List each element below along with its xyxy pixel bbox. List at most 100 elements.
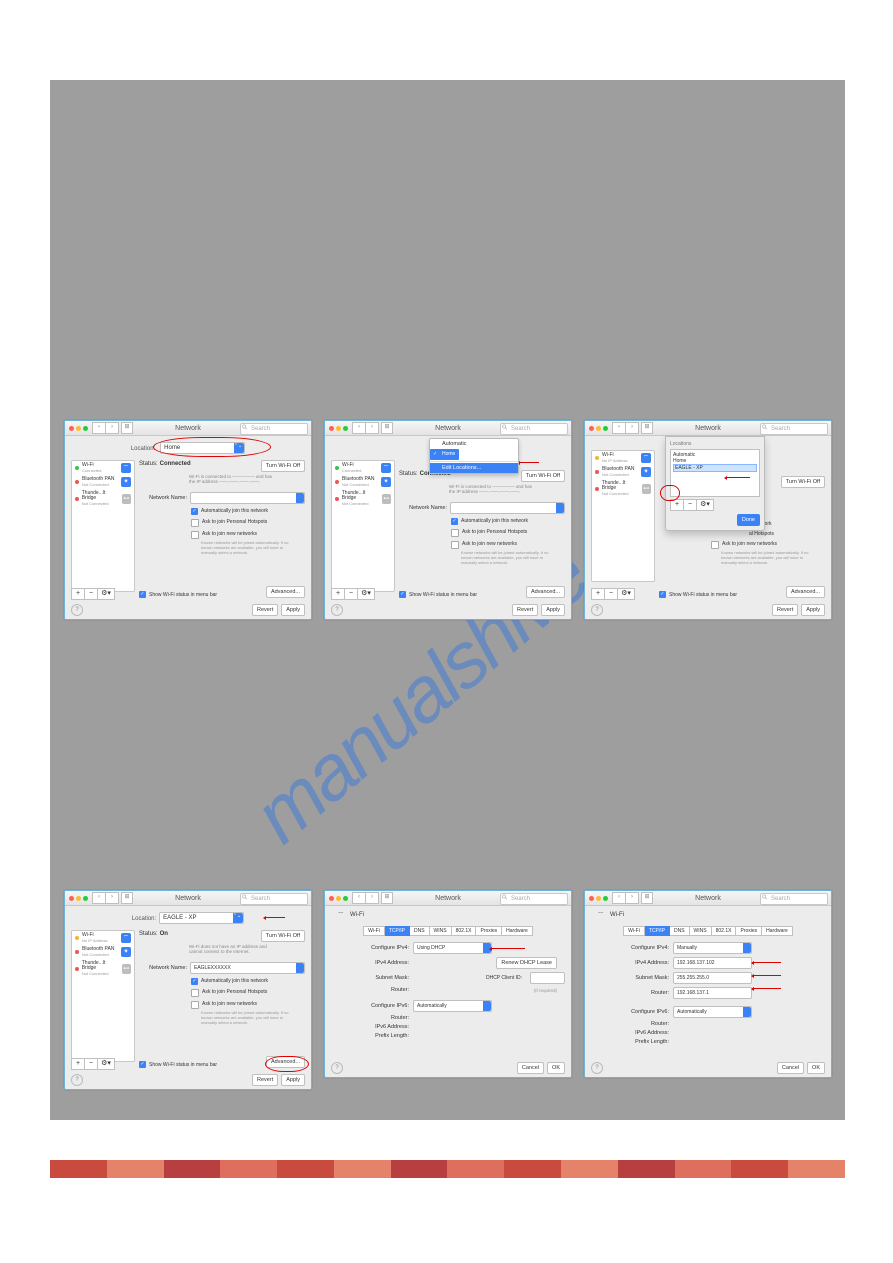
show-menubar-checkbox[interactable]: ✓ [139,1061,146,1068]
show-menubar-checkbox[interactable]: ✓ [139,591,146,598]
remove-button[interactable]: − [85,1058,98,1070]
tab-tcpip[interactable]: TCP/IP [645,926,670,936]
gear-button[interactable]: ⚙︎▾ [358,588,375,600]
ask-new-checkbox[interactable] [711,541,719,549]
ipv4-input[interactable]: 192.168.137.102 [673,957,752,969]
tab-wins[interactable]: WINS [430,926,452,936]
auto-join-checkbox[interactable]: ✓ [191,508,198,515]
help-button[interactable]: ? [71,604,83,616]
ok-button[interactable]: OK [547,1062,565,1074]
turn-wifi-off-button[interactable]: Turn Wi-Fi Off [781,476,825,488]
location-item-selected[interactable]: EAGLE - XP [673,464,757,472]
auto-join-checkbox[interactable]: ✓ [451,518,458,525]
sidebar-item-bluetooth[interactable]: Bluetooth PANNot Connected⁕ [72,475,134,489]
location-select[interactable]: EAGLE - XP⌃⌄ [159,912,244,924]
tab-8021x[interactable]: 802.1X [452,926,477,936]
apply-button[interactable]: Apply [541,604,565,616]
search-input[interactable]: Search [500,423,568,435]
revert-button[interactable]: Revert [772,604,798,616]
sheet-add-button[interactable]: + [670,499,684,511]
apply-button[interactable]: Apply [801,604,825,616]
revert-button[interactable]: Revert [512,604,538,616]
remove-button[interactable]: − [85,588,98,600]
ask-hotspot-checkbox[interactable] [191,989,199,997]
gear-button[interactable]: ⚙︎▾ [98,1058,115,1070]
sidebar-item-wifi[interactable]: Wi-FiConnected⌔ [332,461,394,475]
ask-hotspot-checkbox[interactable] [191,519,199,527]
tab-wins[interactable]: WINS [690,926,712,936]
configure-ipv4-select[interactable]: Manually [673,942,752,954]
sidebar-item-thunderbolt[interactable]: Thunde...lt BridgeNot Connected⊷ [72,489,134,508]
tab-proxies[interactable]: Proxies [476,926,502,936]
help-button[interactable]: ? [71,1074,83,1086]
advanced-button[interactable]: Advanced... [266,1056,305,1068]
add-button[interactable]: + [591,588,605,600]
add-button[interactable]: + [331,588,345,600]
gear-button[interactable]: ⚙︎▾ [618,588,635,600]
advanced-button[interactable]: Advanced... [526,586,565,598]
auto-join-checkbox[interactable]: ✓ [191,978,198,985]
apply-button[interactable]: Apply [281,1074,305,1086]
advanced-button[interactable]: Advanced... [266,586,305,598]
sidebar-item-thunderbolt[interactable]: Thunde...lt BridgeNot Connected⊷ [72,959,134,978]
network-name-select[interactable] [190,492,305,504]
search-input[interactable]: Search [760,893,828,905]
sidebar-item-thunderbolt[interactable]: Thunde...lt BridgeNot Connected⊷ [332,489,394,508]
tab-proxies[interactable]: Proxies [736,926,762,936]
sidebar-item-wifi[interactable]: Wi-FiConnected⌔ [72,461,134,475]
configure-ipv6-select[interactable]: Automatically [413,1000,492,1012]
sidebar-item-thunderbolt[interactable]: Thunde...lt BridgeNot Connected⊷ [592,479,654,498]
cancel-button[interactable]: Cancel [777,1062,804,1074]
ask-new-checkbox[interactable] [191,531,199,539]
menu-item-edit-locations[interactable]: Edit Locations... [430,463,518,473]
sidebar-item-bluetooth[interactable]: Bluetooth PANNot Connected⁕ [592,465,654,479]
tab-hardware[interactable]: Hardware [502,926,533,936]
revert-button[interactable]: Revert [252,1074,278,1086]
revert-button[interactable]: Revert [252,604,278,616]
tab-wifi[interactable]: Wi-Fi [363,926,385,936]
configure-ipv4-select[interactable]: Using DHCP [413,942,492,954]
tab-wifi[interactable]: Wi-Fi [623,926,645,936]
sidebar-item-wifi[interactable]: Wi-FiNo IP Address⌔ [592,451,654,465]
configure-ipv6-select[interactable]: Automatically [673,1006,752,1018]
help-button[interactable]: ? [591,604,603,616]
sidebar-item-bluetooth[interactable]: Bluetooth PANNot Connected⁕ [72,945,134,959]
sheet-gear-button[interactable]: ⚙︎▾ [697,499,714,511]
tab-8021x[interactable]: 802.1X [712,926,737,936]
ask-new-checkbox[interactable] [451,541,459,549]
search-input[interactable]: Search [760,423,828,435]
tab-hardware[interactable]: Hardware [762,926,793,936]
tab-tcpip[interactable]: TCP/IP [385,926,410,936]
menu-item-automatic[interactable]: Automatic [430,439,518,449]
menu-item-home[interactable]: Home [430,449,459,460]
help-button[interactable]: ? [591,1062,603,1074]
turn-wifi-off-button[interactable]: Turn Wi-Fi Off [261,460,305,472]
sidebar-item-wifi[interactable]: Wi-FiNo IP Address⌔ [72,931,134,945]
search-input[interactable]: Search [240,893,308,905]
gear-button[interactable]: ⚙︎▾ [98,588,115,600]
sheet-remove-button[interactable]: − [684,499,697,511]
ask-hotspot-checkbox[interactable] [451,529,459,537]
remove-button[interactable]: − [605,588,618,600]
done-button[interactable]: Done [737,514,760,526]
add-button[interactable]: + [71,1058,85,1070]
apply-button[interactable]: Apply [281,604,305,616]
router-input[interactable]: 192.168.137.1 [673,987,752,999]
turn-wifi-off-button[interactable]: Turn Wi-Fi Off [521,470,565,482]
search-input[interactable]: Search [500,893,568,905]
show-menubar-checkbox[interactable]: ✓ [399,591,406,598]
location-select[interactable]: Home⌃⌄ [160,442,245,454]
cancel-button[interactable]: Cancel [517,1062,544,1074]
search-input[interactable]: Search [240,423,308,435]
help-button[interactable]: ? [331,1062,343,1074]
advanced-button[interactable]: Advanced... [786,586,825,598]
help-button[interactable]: ? [331,604,343,616]
renew-lease-button[interactable]: Renew DHCP Lease [496,957,557,969]
turn-wifi-off-button[interactable]: Turn Wi-Fi Off [261,930,305,942]
ask-new-checkbox[interactable] [191,1001,199,1009]
add-button[interactable]: + [71,588,85,600]
tab-dns[interactable]: DNS [670,926,690,936]
show-menubar-checkbox[interactable]: ✓ [659,591,666,598]
remove-button[interactable]: − [345,588,358,600]
ok-button[interactable]: OK [807,1062,825,1074]
